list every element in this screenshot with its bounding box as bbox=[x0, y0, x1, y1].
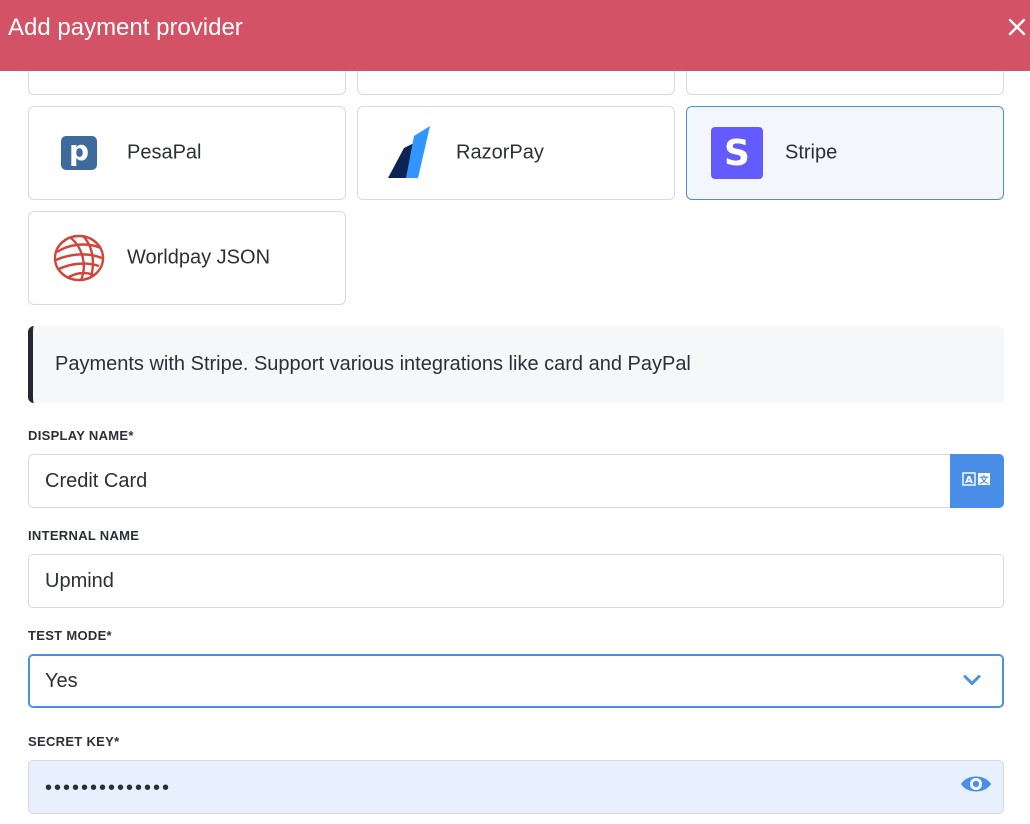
test-mode-select[interactable]: Yes bbox=[28, 654, 1004, 708]
chevron-down-icon bbox=[963, 670, 981, 693]
translate-button[interactable]: A 文 bbox=[950, 454, 1004, 508]
eye-icon[interactable] bbox=[959, 772, 993, 802]
display-name-field[interactable]: Credit Card A 文 bbox=[28, 454, 1004, 508]
secret-key-field[interactable]: •••••••••••••• bbox=[28, 760, 1004, 814]
modal-header: Add payment provider bbox=[0, 0, 1030, 71]
modal-title: Add payment provider bbox=[8, 14, 243, 41]
svg-text:文: 文 bbox=[978, 474, 989, 486]
provider-card-worldpay[interactable]: Worldpay JSON bbox=[28, 211, 346, 305]
display-name-value: Credit Card bbox=[45, 469, 148, 492]
provider-name: Worldpay JSON bbox=[127, 246, 271, 269]
test-mode-label: TEST MODE* bbox=[28, 628, 112, 643]
razorpay-logo-icon bbox=[380, 125, 436, 181]
provider-description: Payments with Stripe. Support various in… bbox=[28, 326, 1004, 403]
internal-name-value: Upmind bbox=[45, 569, 114, 592]
stripe-logo-icon: S bbox=[709, 125, 765, 181]
provider-name: Stripe bbox=[785, 141, 838, 164]
svg-text:A: A bbox=[965, 475, 973, 486]
display-name-label: DISPLAY NAME* bbox=[28, 428, 134, 443]
provider-name: PesaPal bbox=[127, 141, 202, 164]
worldpay-logo-icon bbox=[51, 230, 107, 286]
provider-card-pesapal[interactable]: p PesaPal bbox=[28, 106, 346, 200]
internal-name-label: INTERNAL NAME bbox=[28, 528, 140, 543]
pesapal-logo-icon: p bbox=[51, 125, 107, 181]
provider-card-razorpay[interactable]: RazorPay bbox=[357, 106, 675, 200]
payment-provider-modal: p PesaPal RazorPay S Stripe Worldpay JSO… bbox=[0, 0, 1030, 824]
test-mode-value: Yes bbox=[45, 669, 78, 692]
provider-name: RazorPay bbox=[456, 141, 544, 164]
secret-key-value: •••••••••••••• bbox=[45, 776, 172, 799]
secret-key-label: SECRET KEY* bbox=[28, 734, 120, 749]
translate-icon: A 文 bbox=[962, 470, 992, 493]
close-button[interactable] bbox=[1008, 14, 1030, 44]
provider-card-stripe[interactable]: S Stripe bbox=[686, 106, 1004, 200]
close-icon bbox=[1008, 18, 1026, 41]
internal-name-field[interactable]: Upmind bbox=[28, 554, 1004, 608]
